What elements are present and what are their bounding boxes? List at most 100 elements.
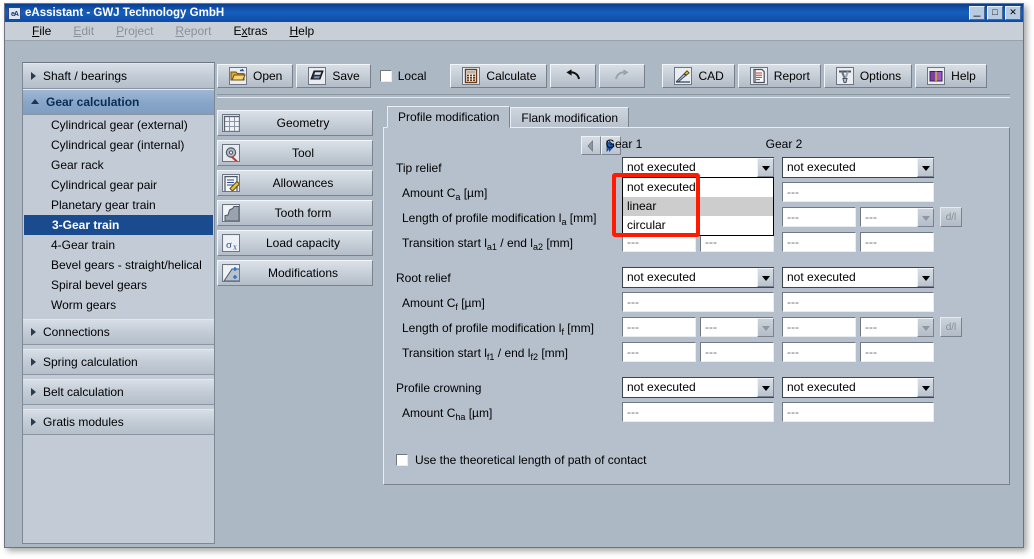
module-load-capacity-button[interactable]: σ x Load capacity (217, 230, 373, 256)
local-checkbox-row[interactable]: Local (380, 69, 427, 83)
local-checkbox[interactable] (380, 70, 392, 82)
help-button[interactable]: Help (915, 64, 987, 88)
profile-crowning-amount-gear2-input[interactable]: --- (782, 402, 934, 422)
dropdown-option-not-executed[interactable]: not executed (623, 178, 773, 197)
root-relief-transition-end-gear1-input[interactable]: --- (700, 342, 774, 362)
help-button-label: Help (951, 69, 976, 83)
label-subscript: f1 (487, 352, 495, 362)
chevron-down-icon[interactable] (757, 158, 774, 177)
sidebar-item-spiral-bevel-gears[interactable]: Spiral bevel gears (23, 275, 214, 295)
profile-crowning-amount-gear1-input[interactable]: --- (622, 402, 774, 422)
sidebar-group-label: Spring calculation (43, 355, 138, 369)
sidebar-group-spring-calculation[interactable]: Spring calculation (23, 349, 214, 375)
chevron-down-icon[interactable] (917, 268, 934, 287)
menu-extras[interactable]: Extras (222, 24, 278, 38)
tip-relief-gear2-value: not executed (787, 158, 917, 177)
sidebar-item-cylindrical-gear-external[interactable]: Cylindrical gear (external) (23, 115, 214, 135)
root-relief-length-gear2-input[interactable]: --- (782, 317, 856, 337)
root-relief-length-gear1-select[interactable]: --- (700, 317, 774, 337)
minimize-button[interactable]: _ (969, 6, 985, 20)
dropdown-option-linear[interactable]: linear (623, 197, 773, 216)
tip-relief-length-gear2-unit: --- (865, 208, 917, 227)
root-relief-transition-end-gear2-input[interactable]: --- (860, 342, 934, 362)
cad-button[interactable]: CAD (662, 64, 734, 88)
root-relief-amount-gear2-input[interactable]: --- (782, 292, 934, 312)
options-button[interactable]: Options (824, 64, 912, 88)
sidebar-group-belt-calculation[interactable]: Belt calculation (23, 379, 214, 405)
sidebar-item-bevel-gears-straight-helical[interactable]: Bevel gears - straight/helical (23, 255, 214, 275)
label-mid: / end l (497, 236, 533, 250)
module-tooth-form-button[interactable]: Tooth form (217, 200, 373, 226)
sidebar-group-shaft-bearings[interactable]: Shaft / bearings (23, 63, 214, 89)
tip-relief-gear1-select[interactable]: not executed (622, 157, 774, 178)
modifications-icon (222, 264, 240, 282)
tip-relief-amount-gear2-input[interactable]: --- (782, 182, 934, 202)
module-modifications-button[interactable]: Modifications (217, 260, 373, 286)
module-allowances-button[interactable]: Allowances (217, 170, 373, 196)
dropdown-option-circular[interactable]: circular (623, 216, 773, 235)
profile-crowning-gear2-select[interactable]: not executed (782, 377, 934, 398)
root-relief-transition-start-gear1-input[interactable]: --- (622, 342, 696, 362)
chevron-down-icon[interactable] (757, 378, 774, 397)
chevron-down-icon[interactable] (917, 158, 934, 177)
root-relief-gear2-select[interactable]: not executed (782, 267, 934, 288)
tip-relief-transition-end-gear2-input[interactable]: --- (860, 232, 934, 252)
module-geometry-button[interactable]: Geometry (217, 110, 373, 136)
calculate-button[interactable]: Calculate (450, 64, 547, 88)
sidebar-group-connections[interactable]: Connections (23, 319, 214, 345)
sidebar-item-4-gear-train[interactable]: 4-Gear train (23, 235, 214, 255)
root-relief-length-gear1-input[interactable]: --- (622, 317, 696, 337)
root-relief-transition-start-gear2-input[interactable]: --- (782, 342, 856, 362)
chevron-down-icon[interactable] (917, 378, 934, 397)
tip-relief-gear1-dropdown-list[interactable]: not executed linear circular (622, 177, 774, 236)
maximize-button[interactable]: □ (987, 6, 1003, 20)
tip-relief-length-gear2-input[interactable]: --- (782, 207, 856, 227)
module-button-label: Geometry (240, 116, 372, 130)
theoretical-length-checkbox[interactable] (396, 454, 408, 466)
sidebar-item-3-gear-train[interactable]: 3-Gear train (24, 215, 213, 235)
menu-report[interactable]: Report (164, 24, 222, 38)
profile-crowning-gear1-select[interactable]: not executed (622, 377, 774, 398)
sidebar-item-planetary-gear-train[interactable]: Planetary gear train (23, 195, 214, 215)
label-subscript: f (561, 327, 564, 337)
menu-help[interactable]: Help (278, 24, 325, 38)
chevron-down-icon[interactable] (757, 268, 774, 287)
redo-button[interactable] (599, 64, 645, 88)
report-button[interactable]: Report (738, 64, 821, 88)
sidebar-group-label: Connections (43, 325, 110, 339)
sidebar-item-gear-rack[interactable]: Gear rack (23, 155, 214, 175)
undo-button[interactable] (550, 64, 596, 88)
tab-strip: Profile modification Flank modification (383, 106, 1010, 128)
tab-profile-modification[interactable]: Profile modification (387, 106, 510, 128)
tip-relief-transition-start-gear2-input[interactable]: --- (782, 232, 856, 252)
sidebar-group-gear-calculation[interactable]: Gear calculation (23, 89, 214, 115)
tab-flank-modification[interactable]: Flank modification (510, 107, 629, 128)
root-relief-gear1-select[interactable]: not executed (622, 267, 774, 288)
label-text: Transition start l (402, 346, 487, 360)
root-relief-length-gear2-select[interactable]: --- (860, 317, 934, 337)
menu-edit[interactable]: Edit (62, 24, 105, 38)
tip-relief-length-gear2-select[interactable]: --- (860, 207, 934, 227)
main-toolbar: Open Save Local (217, 62, 1010, 90)
svg-text:x: x (233, 243, 237, 252)
sidebar-item-worm-gears[interactable]: Worm gears (23, 295, 214, 315)
theoretical-length-checkbox-row[interactable]: Use the theoretical length of path of co… (396, 453, 646, 467)
menu-file[interactable]: File (21, 24, 62, 38)
gear-cutter-icon (222, 144, 240, 162)
tip-relief-dl-button[interactable]: d/l (940, 207, 962, 227)
menu-project[interactable]: Project (105, 24, 164, 38)
sidebar-item-cylindrical-gear-internal[interactable]: Cylindrical gear (internal) (23, 135, 214, 155)
open-button[interactable]: Open (217, 64, 293, 88)
root-relief-amount-gear1-input[interactable]: --- (622, 292, 774, 312)
close-button[interactable]: ✕ (1005, 6, 1021, 20)
application-window: eA eAssistant - GWJ Technology GmbH _ □ … (4, 3, 1024, 548)
chevron-down-icon[interactable] (917, 318, 934, 337)
sidebar-item-cylindrical-gear-pair[interactable]: Cylindrical gear pair (23, 175, 214, 195)
save-button[interactable]: Save (296, 64, 370, 88)
sidebar-group-gratis-modules[interactable]: Gratis modules (23, 409, 214, 435)
module-tool-button[interactable]: Tool (217, 140, 373, 166)
chevron-down-icon[interactable] (757, 318, 774, 337)
root-relief-dl-button[interactable]: d/l (940, 317, 962, 337)
chevron-down-icon[interactable] (917, 208, 934, 227)
tip-relief-gear2-select[interactable]: not executed (782, 157, 934, 178)
